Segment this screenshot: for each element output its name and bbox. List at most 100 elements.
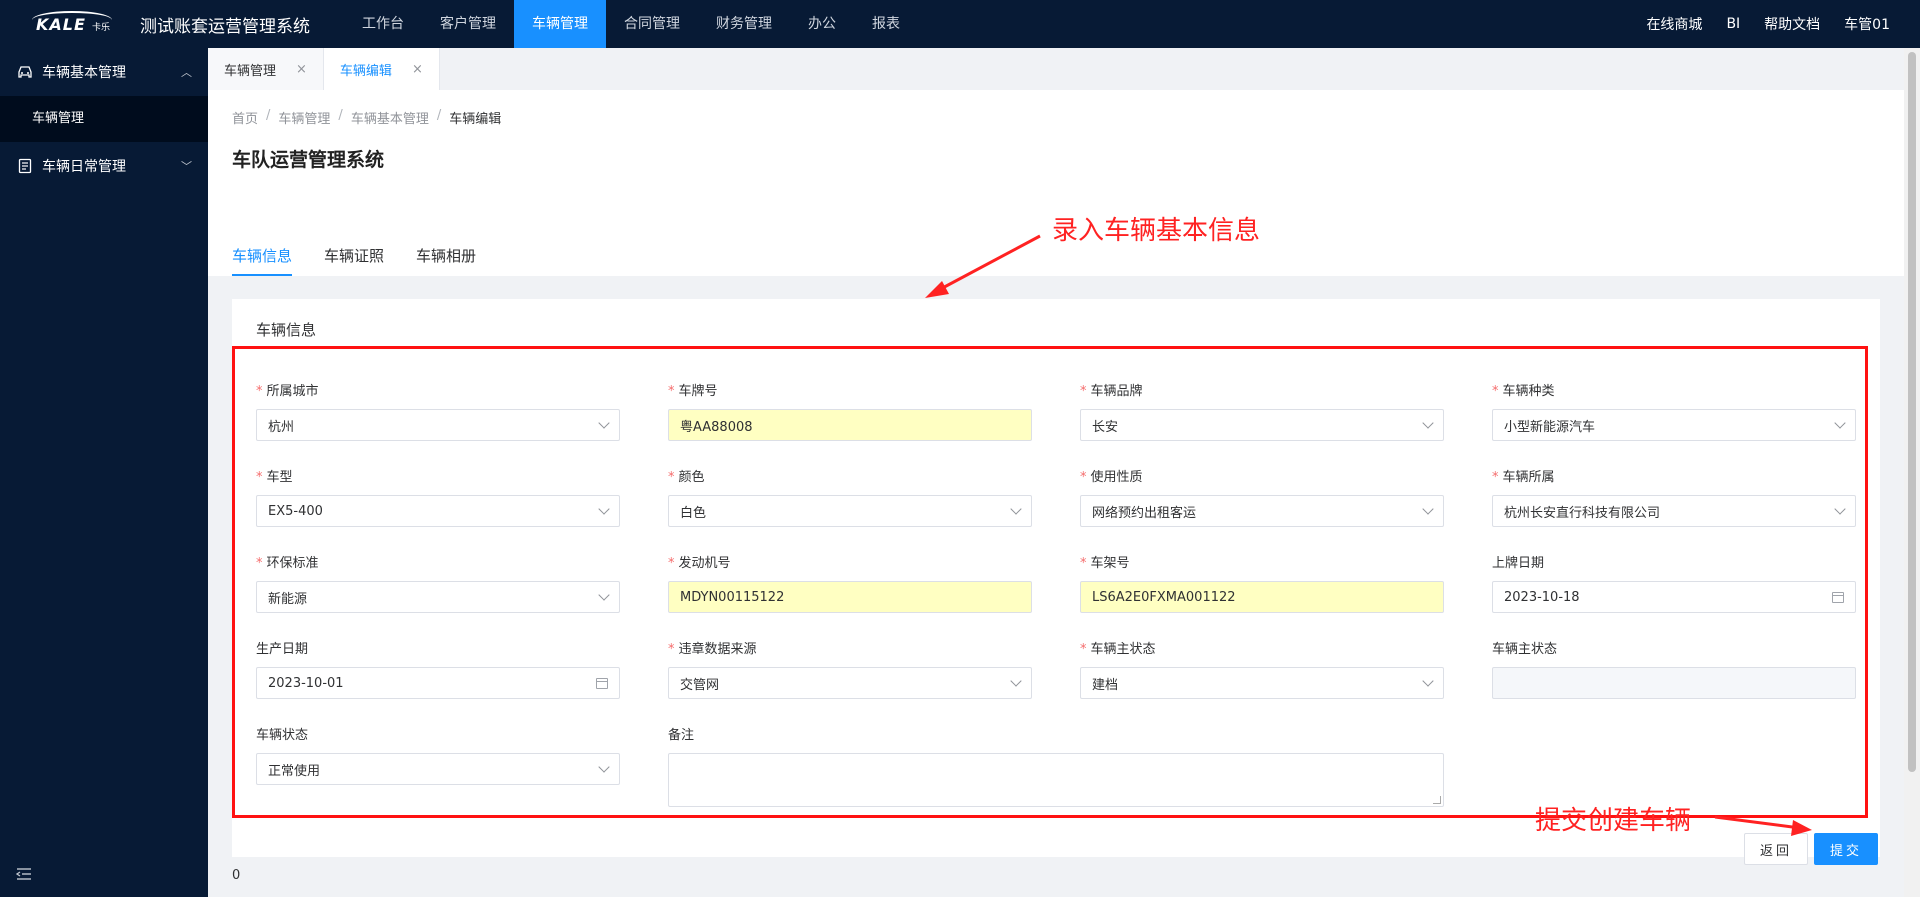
tab-vehicle-info[interactable]: 车辆信息 xyxy=(232,245,293,276)
nav-report[interactable]: 报表 xyxy=(854,0,918,48)
field-value: 新能源 xyxy=(268,591,308,607)
owner-select[interactable]: 杭州长安直行科技有限公司 xyxy=(1492,495,1856,527)
page-tab-label: 车辆编辑 xyxy=(339,63,392,79)
top-bar: KALE 卡乐 测试账套运营管理系统 工作台 客户管理 车辆管理 合同管理 财务… xyxy=(0,0,1920,48)
calendar-icon xyxy=(1832,591,1844,603)
logo[interactable]: KALE 卡乐 xyxy=(18,0,128,48)
emission-select[interactable]: 新能源 xyxy=(256,581,620,613)
field-label: 车辆主状态 xyxy=(1090,642,1156,657)
close-icon[interactable]: × xyxy=(296,62,307,77)
usage-select[interactable]: 网络预约出租客运 xyxy=(1080,495,1444,527)
page-tab-vehicle-edit[interactable]: 车辆编辑 × xyxy=(323,48,440,90)
sidebar-group-vehicle-daily[interactable]: 车辆日常管理 ﹀ xyxy=(0,142,208,190)
back-button[interactable]: 返回 xyxy=(1744,833,1808,865)
field-prod-date: 生产日期 2023-10-01 xyxy=(256,640,620,699)
field-label: 发动机号 xyxy=(678,556,731,571)
sidebar: 车辆基本管理 ︿ 车辆管理 车辆日常管理 ﹀ xyxy=(0,48,208,897)
nav-customer[interactable]: 客户管理 xyxy=(422,0,514,48)
breadcrumb-vehicle-management[interactable]: 车辆管理 xyxy=(278,108,330,127)
engine-input[interactable]: MDYN00115122 xyxy=(668,581,1032,613)
field-value: 粤AA88008 xyxy=(680,419,753,435)
vin-input[interactable]: LS6A2E0FXMA001122 xyxy=(1080,581,1444,613)
reg-date-picker[interactable]: 2023-10-18 xyxy=(1492,581,1856,613)
logo-text: KALE xyxy=(36,15,86,34)
nav-contract[interactable]: 合同管理 xyxy=(606,0,698,48)
nav-workbench[interactable]: 工作台 xyxy=(344,0,422,48)
field-kind: * 车辆种类 小型新能源汽车 xyxy=(1492,382,1856,441)
required-mark: * xyxy=(256,384,263,399)
resize-handle[interactable] xyxy=(1433,796,1441,804)
prod-date-picker[interactable]: 2023-10-01 xyxy=(256,667,620,699)
chevron-down-icon xyxy=(598,761,610,773)
breadcrumb-current: 车辆编辑 xyxy=(449,112,502,127)
field-value: 2023-10-01 xyxy=(268,675,344,691)
brand-select[interactable]: 长安 xyxy=(1080,409,1444,441)
field-label: 车辆所属 xyxy=(1502,470,1555,485)
page-title: 车队运营管理系统 xyxy=(232,149,385,171)
status-select[interactable]: 正常使用 xyxy=(256,753,620,785)
page-tab-vehicle-management[interactable]: 车辆管理 × xyxy=(208,48,324,90)
breadcrumb-separator: / xyxy=(338,108,343,123)
field-value: LS6A2E0FXMA001122 xyxy=(1092,589,1236,605)
model-select[interactable]: EX5-400 xyxy=(256,495,620,527)
field-model: * 车型 EX5-400 xyxy=(256,468,620,527)
collapse-menu-icon[interactable] xyxy=(15,867,32,881)
field-usage: * 使用性质 网络预约出租客运 xyxy=(1080,468,1444,527)
chevron-down-icon: ﹀ xyxy=(181,160,192,173)
help-docs-link[interactable]: 帮助文档 xyxy=(1764,14,1820,34)
field-label: 颜色 xyxy=(678,470,705,485)
chevron-down-icon xyxy=(1834,503,1846,515)
submit-button[interactable]: 提交 xyxy=(1814,833,1878,865)
field-label: 环保标准 xyxy=(266,556,319,571)
field-status: 车辆状态 正常使用 xyxy=(256,726,620,785)
online-mall-link[interactable]: 在线商城 xyxy=(1646,14,1702,34)
kind-select[interactable]: 小型新能源汽车 xyxy=(1492,409,1856,441)
field-label: 车牌号 xyxy=(678,384,718,399)
bi-link[interactable]: BI xyxy=(1726,16,1740,32)
page-scrollbar[interactable] xyxy=(1904,48,1920,897)
field-value: 交管网 xyxy=(680,677,720,693)
breadcrumb-vehicle-basic[interactable]: 车辆基本管理 xyxy=(351,108,429,127)
city-select[interactable]: 杭州 xyxy=(256,409,620,441)
field-value: 长安 xyxy=(1092,419,1119,435)
chevron-down-icon xyxy=(1834,417,1846,429)
sidebar-item-vehicle-management[interactable]: 车辆管理 xyxy=(0,96,208,142)
color-select[interactable]: 白色 xyxy=(668,495,1032,527)
required-mark: * xyxy=(1080,556,1087,571)
chevron-down-icon xyxy=(1422,417,1434,429)
header-panel: 首页 / 车辆管理 / 车辆基本管理 / 车辆编辑 车队运营管理系统 车辆信息 … xyxy=(208,90,1904,276)
field-label: 车辆主状态 xyxy=(1492,642,1558,657)
tab-vehicle-album[interactable]: 车辆相册 xyxy=(416,245,476,276)
content-tabs: 车辆信息 车辆证照 车辆相册 xyxy=(232,245,508,276)
scrollbar-thumb[interactable] xyxy=(1908,52,1916,772)
main-status-select[interactable]: 建档 xyxy=(1080,667,1444,699)
sidebar-group-vehicle-basic[interactable]: 车辆基本管理 ︿ xyxy=(0,48,208,96)
field-label: 车辆状态 xyxy=(256,728,309,743)
required-mark: * xyxy=(256,556,263,571)
breadcrumb-home[interactable]: 首页 xyxy=(232,108,258,127)
field-brand: * 车辆品牌 长安 xyxy=(1080,382,1444,441)
nav-finance[interactable]: 财务管理 xyxy=(698,0,790,48)
close-icon[interactable]: × xyxy=(412,62,423,77)
footer-value: 0 xyxy=(232,868,241,883)
violation-source-select[interactable]: 交管网 xyxy=(668,667,1032,699)
field-value: 正常使用 xyxy=(268,763,321,779)
tab-vehicle-license[interactable]: 车辆证照 xyxy=(324,245,384,276)
car-icon xyxy=(16,64,34,80)
main-status-readonly-input xyxy=(1492,667,1856,699)
breadcrumb: 首页 / 车辆管理 / 车辆基本管理 / 车辆编辑 xyxy=(232,90,1880,127)
nav-office[interactable]: 办公 xyxy=(790,0,854,48)
document-icon xyxy=(16,158,34,174)
logo-car-icon: KALE 卡乐 xyxy=(28,11,118,37)
sidebar-group-label: 车辆日常管理 xyxy=(42,159,126,175)
plate-input[interactable]: 粤AA88008 xyxy=(668,409,1032,441)
field-label: 所属城市 xyxy=(266,384,319,399)
user-menu[interactable]: 车管01 xyxy=(1844,14,1890,34)
required-mark: * xyxy=(1492,470,1499,485)
annotation-enter-info: 录入车辆基本信息 xyxy=(1052,216,1261,246)
remark-textarea[interactable] xyxy=(668,753,1444,807)
field-value: 杭州长安直行科技有限公司 xyxy=(1504,505,1661,521)
nav-vehicle[interactable]: 车辆管理 xyxy=(514,0,606,48)
field-value: MDYN00115122 xyxy=(680,589,785,605)
chevron-down-icon xyxy=(1422,503,1434,515)
